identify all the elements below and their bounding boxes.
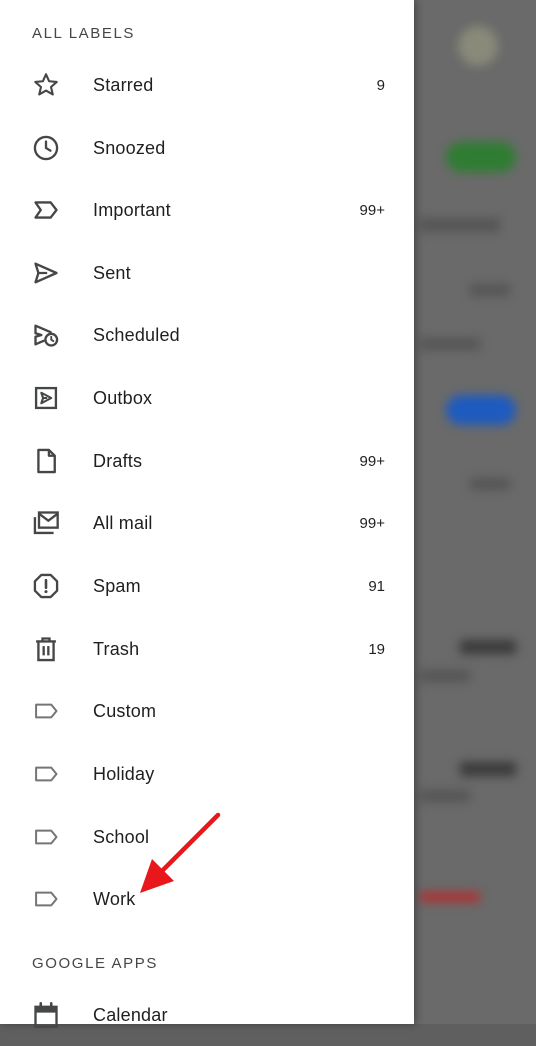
calendar-icon [31, 1000, 61, 1030]
star-icon [31, 70, 61, 100]
drawer-item-label: Drafts [93, 450, 143, 471]
navigation-drawer: ALL LABELS Starred 9 Snoozed Important 9… [0, 0, 414, 1028]
send-icon [31, 258, 61, 288]
drawer-item-spam[interactable]: Spam 91 [0, 555, 414, 617]
drawer-item-custom[interactable]: Custom [0, 680, 414, 742]
drawer-item-holiday[interactable]: Holiday [0, 743, 414, 805]
drawer-item-label: Important [93, 199, 171, 220]
drawer-item-outbox[interactable]: Outbox [0, 367, 414, 429]
blurred-blue-pill [446, 395, 516, 425]
blurred-text [470, 284, 510, 296]
label-icon [31, 884, 61, 914]
label-icon [31, 822, 61, 852]
blurred-text [420, 218, 500, 232]
unread-count: 99+ [359, 514, 385, 532]
blurred-red-text [420, 892, 480, 902]
label-icon [31, 759, 61, 789]
blurred-text [460, 762, 516, 776]
blurred-text [420, 790, 470, 802]
drawer-item-label: Starred [93, 74, 154, 95]
drawer-item-label: Holiday [93, 763, 155, 784]
drawer-item-label: Work [93, 888, 136, 909]
drawer-item-label: Trash [93, 638, 140, 659]
unread-count: 99+ [359, 201, 385, 219]
draft-icon [31, 446, 61, 476]
spam-icon [31, 571, 61, 601]
drawer-item-scheduled[interactable]: Scheduled [0, 304, 414, 366]
drawer-item-label: School [93, 826, 150, 847]
clock-icon [31, 133, 61, 163]
google-apps-header: GOOGLE APPS [32, 955, 158, 972]
drawer-item-starred[interactable]: Starred 9 [0, 54, 414, 116]
outbox-icon [31, 383, 61, 413]
drawer-item-sent[interactable]: Sent [0, 242, 414, 304]
trash-icon [31, 634, 61, 664]
blurred-text [460, 640, 516, 654]
drawer-item-work[interactable]: Work [0, 868, 414, 930]
scheduled-send-icon [31, 320, 61, 350]
blurred-text [470, 478, 510, 490]
drawer-item-label: Outbox [93, 387, 153, 408]
blurred-text [420, 338, 480, 350]
important-icon [31, 195, 61, 225]
all-labels-header: ALL LABELS [32, 25, 136, 42]
label-icon [31, 696, 61, 726]
drawer-item-calendar[interactable]: Calendar [0, 984, 414, 1046]
drawer-item-drafts[interactable]: Drafts 99+ [0, 430, 414, 492]
drawer-item-all-mail[interactable]: All mail 99+ [0, 492, 414, 554]
drawer-item-label: Sent [93, 262, 131, 283]
drawer-item-label: Snoozed [93, 137, 166, 158]
unread-count: 99+ [359, 452, 385, 470]
drawer-item-important[interactable]: Important 99+ [0, 179, 414, 241]
blurred-text [420, 670, 470, 682]
unread-count: 19 [368, 640, 385, 658]
drawer-item-label: All mail [93, 512, 153, 533]
drawer-item-trash[interactable]: Trash 19 [0, 618, 414, 680]
blurred-green-pill [446, 142, 516, 172]
avatar [458, 26, 498, 66]
unread-count: 9 [376, 76, 385, 94]
drawer-item-label: Calendar [93, 1004, 168, 1025]
drawer-item-label: Custom [93, 700, 157, 721]
drawer-item-school[interactable]: School [0, 806, 414, 868]
all-mail-icon [31, 508, 61, 538]
drawer-item-label: Scheduled [93, 324, 180, 345]
drawer-item-label: Spam [93, 575, 141, 596]
background-inbox [400, 0, 536, 1024]
drawer-item-snoozed[interactable]: Snoozed [0, 117, 414, 179]
unread-count: 91 [368, 577, 385, 595]
